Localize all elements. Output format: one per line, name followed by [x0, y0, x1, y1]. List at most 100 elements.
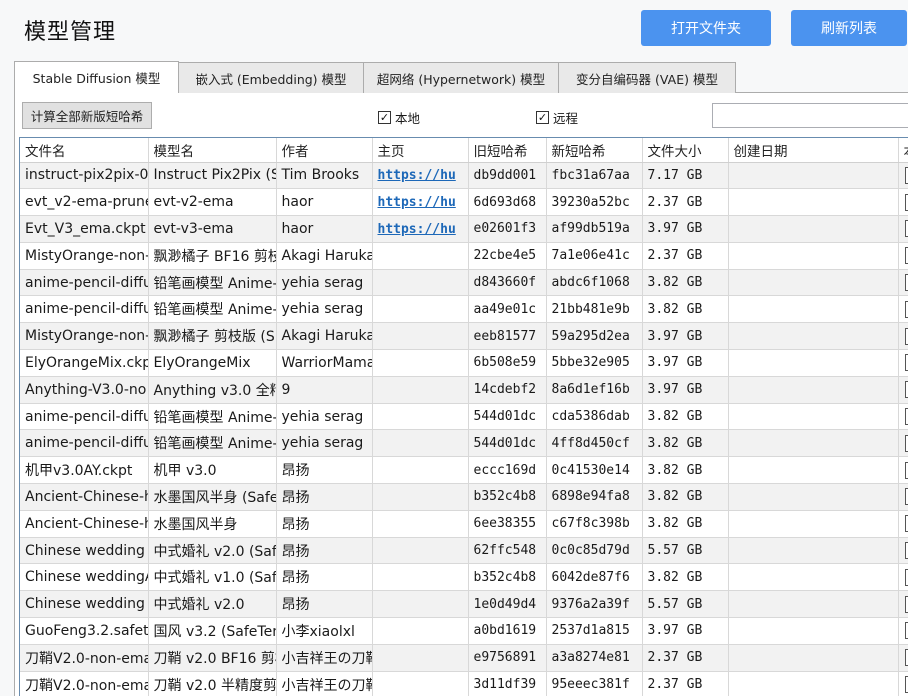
homepage-link[interactable]: https://hu: [378, 195, 456, 210]
local-checkbox[interactable]: [905, 328, 908, 345]
table-row[interactable]: 机甲v3.0AY.ckpt机甲 v3.0昂扬eccc169d0c41530e14…: [20, 457, 908, 484]
cell-new-short-hash: 8a6d1ef16b: [546, 376, 642, 403]
tab-stable-diffusion[interactable]: Stable Diffusion 模型: [14, 61, 179, 93]
cell-author: 昂扬: [276, 591, 372, 618]
local-checkbox[interactable]: [905, 462, 908, 479]
local-checkbox[interactable]: [905, 301, 908, 318]
local-checkbox[interactable]: [905, 274, 908, 291]
cell-old-short-hash: b352c4b8: [468, 564, 546, 591]
local-checkbox[interactable]: [905, 435, 908, 452]
local-checkbox[interactable]: [905, 220, 908, 237]
cell-local: [898, 269, 908, 296]
local-checkbox[interactable]: [905, 408, 908, 425]
table-row[interactable]: Ancient-Chinese-h水墨国风半身昂扬6ee38355c67f8c3…: [20, 510, 908, 537]
cell-old-short-hash: eeb81577: [468, 323, 546, 350]
cell-model-name: 中式婚礼 v2.0 (Safe: [148, 537, 276, 564]
local-checkbox[interactable]: [905, 676, 908, 693]
cell-author: 小吉祥王の刀鞘: [276, 671, 372, 696]
local-checkbox[interactable]: [905, 247, 908, 264]
table-row[interactable]: anime-pencil-diffu铅笔画模型 Anime-yehia sera…: [20, 430, 908, 457]
cell-local: [898, 484, 908, 511]
local-checkbox[interactable]: [905, 354, 908, 371]
cell-author: 昂扬: [276, 484, 372, 511]
cell-filename: Chinese wedding v: [20, 591, 148, 618]
local-checkbox[interactable]: [905, 515, 908, 532]
checkmark-icon[interactable]: ✓: [378, 111, 391, 124]
cell-filename: anime-pencil-diffu: [20, 296, 148, 323]
table-row[interactable]: Chinese weddingA中式婚礼 v1.0 (Safe昂扬b352c4b…: [20, 564, 908, 591]
refresh-list-button[interactable]: 刷新列表: [791, 10, 907, 46]
tab-hypernetwork[interactable]: 超网络 (Hypernetwork) 模型: [363, 62, 559, 93]
table-row[interactable]: Evt_V3_ema.ckptevt-v3-emahaorhttps://hue…: [20, 216, 908, 243]
cell-created-date: [728, 323, 898, 350]
local-checkbox[interactable]: [905, 542, 908, 559]
column-header-author[interactable]: 作者: [276, 138, 372, 162]
search-input[interactable]: [712, 103, 908, 128]
local-checkbox[interactable]: [905, 167, 908, 184]
table-row[interactable]: Anything-V3.0-noAnything v3.0 全精914cdebf…: [20, 376, 908, 403]
homepage-link[interactable]: https://hu: [378, 222, 456, 237]
column-header-model-name[interactable]: 模型名: [148, 138, 276, 162]
table-row[interactable]: anime-pencil-diffu铅笔画模型 Anime-yehia sera…: [20, 403, 908, 430]
cell-local: [898, 671, 908, 696]
table-row[interactable]: MistyOrange-non-飘渺橘子 剪枝版 (SAkagi Harukae…: [20, 323, 908, 350]
cell-author: 昂扬: [276, 564, 372, 591]
column-header-created-date[interactable]: 创建日期: [728, 138, 898, 162]
page-title: 模型管理: [24, 14, 116, 46]
column-header-file-size[interactable]: 文件大小: [642, 138, 728, 162]
cell-local: [898, 618, 908, 645]
local-checkbox[interactable]: [905, 488, 908, 505]
column-header-old-short-hash[interactable]: 旧短哈希: [468, 138, 546, 162]
calc-all-hashes-button[interactable]: 计算全部新版短哈希: [22, 102, 152, 129]
filter-local-checkbox[interactable]: ✓ 本地: [378, 108, 420, 127]
column-header-new-short-hash[interactable]: 新短哈希: [546, 138, 642, 162]
cell-old-short-hash: 62ffc548: [468, 537, 546, 564]
table-row[interactable]: 刀鞘V2.0-non-ema刀鞘 v2.0 BF16 剪枝小吉祥王の刀鞘e975…: [20, 644, 908, 671]
cell-homepage: [372, 671, 468, 696]
cell-new-short-hash: af99db519a: [546, 216, 642, 243]
tab-embedding[interactable]: 嵌入式 (Embedding) 模型: [178, 62, 364, 93]
table-row[interactable]: evt_v2-ema-pruneevt-v2-emahaorhttps://hu…: [20, 189, 908, 216]
cell-author: haor: [276, 216, 372, 243]
open-folder-button[interactable]: 打开文件夹: [641, 10, 771, 46]
table-row[interactable]: Chinese wedding v中式婚礼 v2.0昂扬1e0d49d49376…: [20, 591, 908, 618]
cell-filename: GuoFeng3.2.safete: [20, 618, 148, 645]
table-row[interactable]: anime-pencil-diffu铅笔画模型 Anime-yehia sera…: [20, 296, 908, 323]
homepage-link[interactable]: https://hu: [378, 168, 456, 183]
cell-model-name: 机甲 v3.0: [148, 457, 276, 484]
column-header-local[interactable]: 本: [898, 138, 908, 162]
cell-new-short-hash: a3a8274e81: [546, 644, 642, 671]
local-checkbox[interactable]: [905, 569, 908, 586]
local-checkbox[interactable]: [905, 596, 908, 613]
filter-remote-checkbox[interactable]: ✓ 远程: [536, 108, 578, 127]
cell-old-short-hash: a0bd1619: [468, 618, 546, 645]
table-row[interactable]: anime-pencil-diffu铅笔画模型 Anime-yehia sera…: [20, 269, 908, 296]
tab-vae[interactable]: 变分自编码器 (VAE) 模型: [558, 62, 736, 93]
checkmark-icon[interactable]: ✓: [536, 111, 549, 124]
table-row[interactable]: MistyOrange-non-飘渺橘子 BF16 剪枝Akagi Haruka…: [20, 242, 908, 269]
cell-file-size: 2.37 GB: [642, 242, 728, 269]
cell-file-size: 3.97 GB: [642, 376, 728, 403]
cell-created-date: [728, 457, 898, 484]
cell-homepage: [372, 269, 468, 296]
cell-model-name: Instruct Pix2Pix (S: [148, 162, 276, 189]
local-checkbox[interactable]: [905, 649, 908, 666]
cell-created-date: [728, 591, 898, 618]
local-checkbox[interactable]: [905, 194, 908, 211]
cell-homepage: https://hu: [372, 189, 468, 216]
cell-local: [898, 376, 908, 403]
local-checkbox[interactable]: [905, 622, 908, 639]
table-row[interactable]: instruct-pix2pix-00Instruct Pix2Pix (STi…: [20, 162, 908, 189]
local-checkbox[interactable]: [905, 381, 908, 398]
cell-model-name: 中式婚礼 v2.0: [148, 591, 276, 618]
column-header-filename[interactable]: 文件名: [20, 138, 148, 162]
table-row[interactable]: 刀鞘V2.0-non-ema刀鞘 v2.0 半精度剪小吉祥王の刀鞘3d11df3…: [20, 671, 908, 696]
table-row[interactable]: GuoFeng3.2.safete国风 v3.2 (SafeTen小李xiaol…: [20, 618, 908, 645]
table-row[interactable]: Chinese wedding v中式婚礼 v2.0 (Safe昂扬62ffc5…: [20, 537, 908, 564]
table-row[interactable]: Ancient-Chinese-h水墨国风半身 (Safe昂扬b352c4b86…: [20, 484, 908, 511]
column-header-homepage[interactable]: 主页: [372, 138, 468, 162]
cell-model-name: 水墨国风半身 (Safe: [148, 484, 276, 511]
cell-old-short-hash: 6ee38355: [468, 510, 546, 537]
table-row[interactable]: ElyOrangeMix.ckpElyOrangeMixWarriorMama6…: [20, 350, 908, 377]
cell-homepage: [372, 591, 468, 618]
